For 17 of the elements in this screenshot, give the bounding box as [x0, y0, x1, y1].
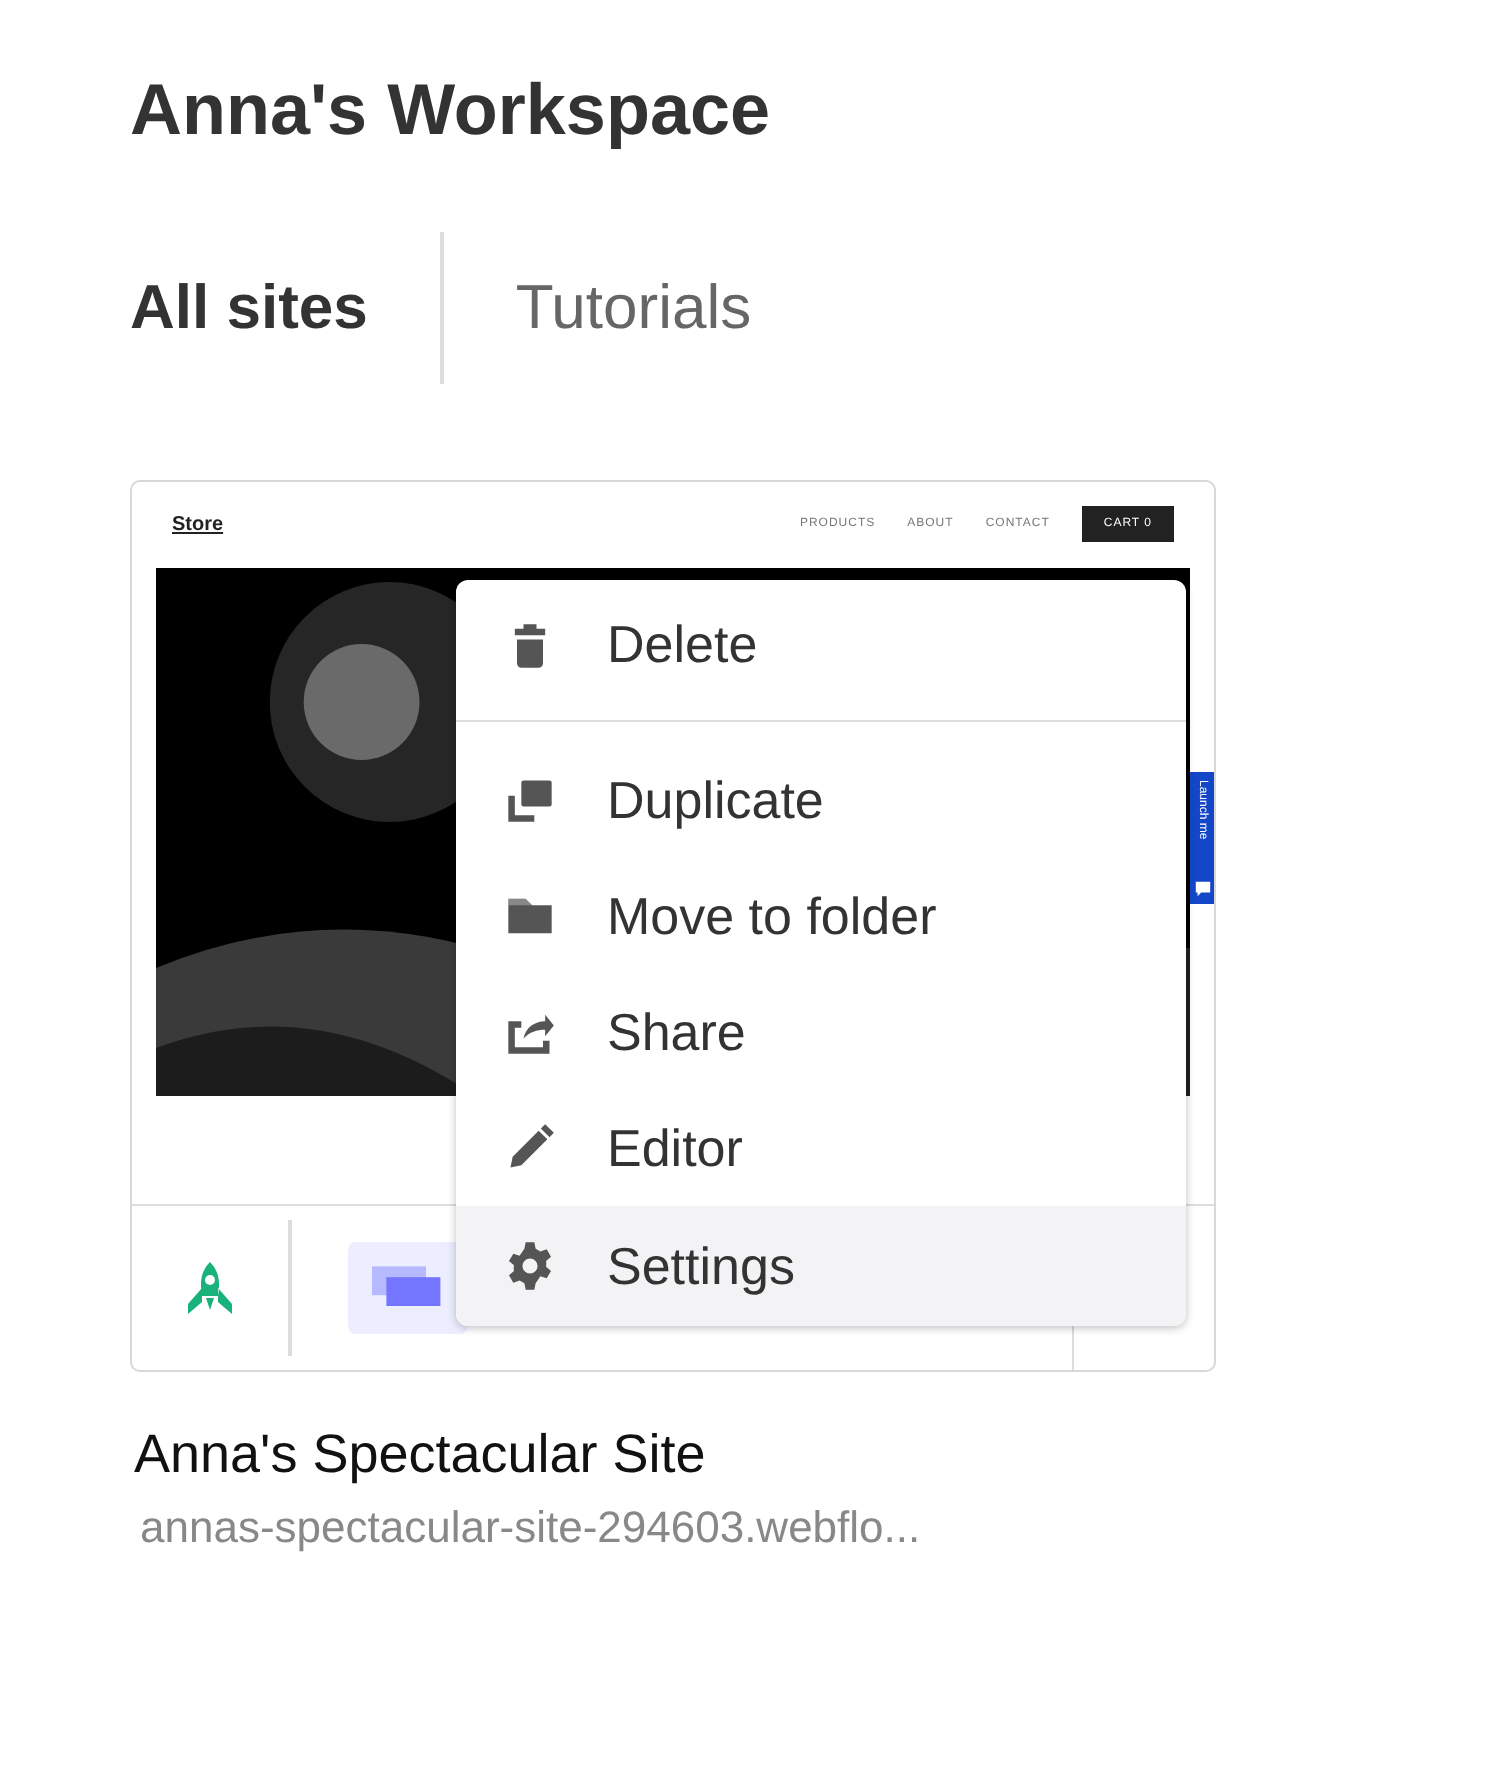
menu-item[interactable]: Editor — [455, 1090, 1185, 1206]
menu-item[interactable]: Duplicate — [455, 742, 1185, 858]
site-url: annas-spectacular-site-294603.webflo... — [140, 1502, 923, 1554]
menu-item[interactable]: Move to folder — [455, 858, 1185, 974]
site-name[interactable]: Anna's Spectacular Site — [134, 1424, 1500, 1486]
workspace-title: Anna's Workspace — [130, 66, 773, 154]
menu-item[interactable]: Delete — [455, 587, 1185, 703]
designer-button[interactable] — [347, 1242, 467, 1334]
layers-icon — [371, 1264, 443, 1312]
chat-icon — [1193, 879, 1211, 898]
store-logo: Store — [172, 513, 224, 536]
tab[interactable]: Tutorials — [515, 272, 824, 344]
rocket-icon[interactable] — [184, 1260, 236, 1316]
tab[interactable]: All sites — [130, 272, 440, 344]
menu-item[interactable]: Settings — [455, 1206, 1185, 1326]
menu-item[interactable]: Share — [455, 974, 1185, 1090]
settings-icon — [503, 1240, 555, 1292]
